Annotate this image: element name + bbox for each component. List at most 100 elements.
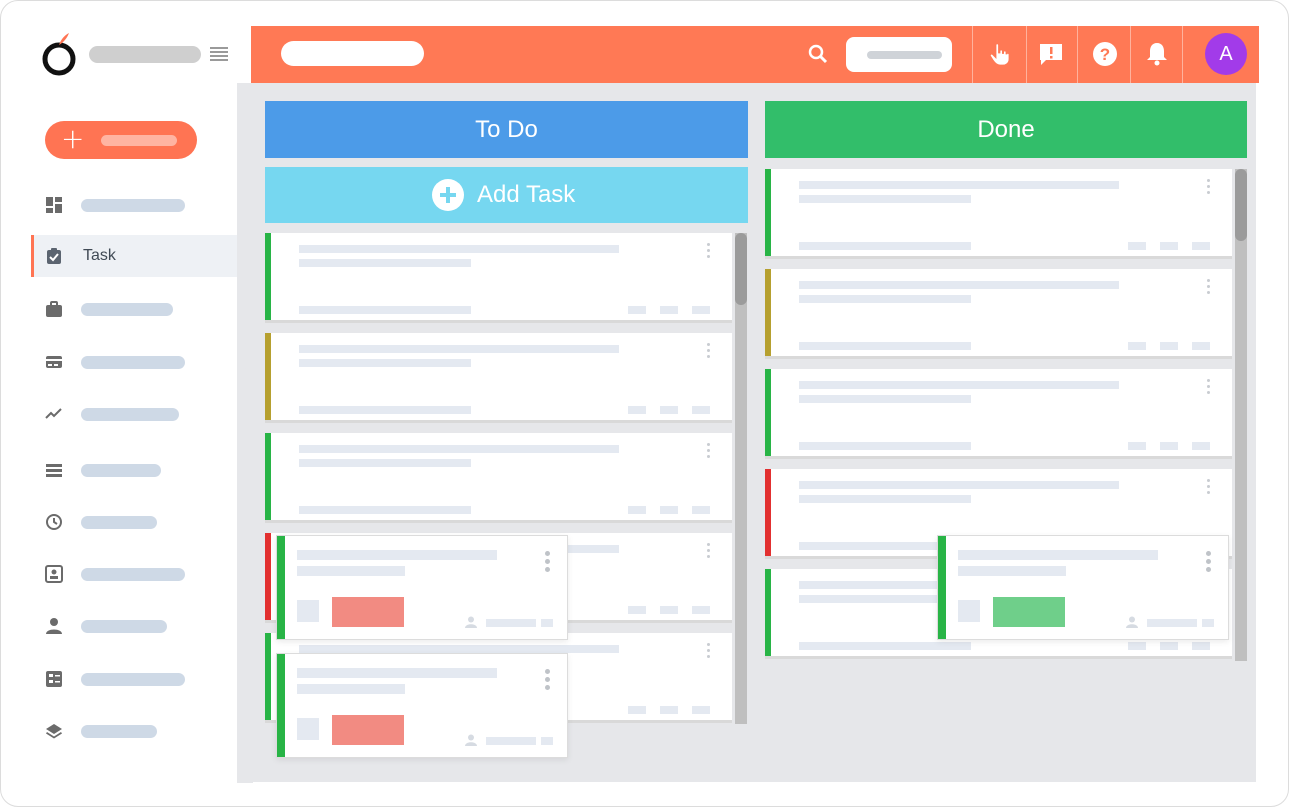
add-task-label: Add Task	[477, 181, 576, 208]
task-card[interactable]	[765, 369, 1232, 459]
svg-text:?: ?	[1100, 45, 1110, 64]
sidebar-item-label-placeholder	[81, 620, 167, 633]
checkbox-placeholder[interactable]	[297, 600, 319, 622]
sidebar-item-dashboard[interactable]	[31, 184, 247, 226]
more-options-icon[interactable]	[706, 343, 712, 361]
more-options-icon[interactable]	[1206, 551, 1212, 575]
sidebar-item-label-placeholder	[81, 303, 173, 316]
assignee-icon	[465, 615, 477, 628]
text-placeholder	[692, 306, 710, 314]
more-options-icon[interactable]	[1206, 279, 1212, 297]
hamburger-menu-icon[interactable]	[210, 46, 228, 62]
dragged-task-card[interactable]	[276, 653, 568, 758]
create-new-label-placeholder	[101, 135, 177, 146]
more-options-icon[interactable]	[706, 643, 712, 661]
text-placeholder	[1160, 342, 1178, 350]
add-circle-icon	[432, 179, 464, 211]
more-options-icon[interactable]	[1206, 479, 1212, 497]
sidebar-item-reports[interactable]	[31, 393, 247, 435]
sidebar-item-label-placeholder	[81, 408, 179, 421]
priority-bar	[277, 654, 285, 757]
text-placeholder	[486, 737, 536, 745]
priority-bar	[765, 569, 771, 656]
dragged-task-card[interactable]	[276, 535, 568, 640]
text-placeholder	[628, 506, 646, 514]
text-placeholder	[692, 606, 710, 614]
text-placeholder	[297, 566, 405, 576]
help-icon[interactable]: ?	[1092, 41, 1118, 67]
text-placeholder	[1128, 342, 1146, 350]
board-edge	[237, 83, 253, 783]
sidebar-item-list[interactable]	[31, 449, 247, 491]
more-options-icon[interactable]	[1206, 379, 1212, 397]
more-options-icon[interactable]	[545, 669, 551, 693]
task-card[interactable]	[265, 333, 732, 423]
text-placeholder	[660, 606, 678, 614]
priority-bar	[265, 633, 271, 720]
search-input[interactable]	[846, 37, 952, 72]
sidebar-item-forms[interactable]	[31, 658, 247, 700]
text-placeholder	[1128, 442, 1146, 450]
task-card[interactable]	[265, 433, 732, 523]
hand-pointer-icon[interactable]	[987, 41, 1013, 67]
priority-bar	[265, 433, 271, 520]
text-placeholder	[660, 506, 678, 514]
sidebar-item-contacts[interactable]	[31, 553, 247, 595]
sidebar-item-billing[interactable]	[31, 341, 247, 383]
task-card[interactable]	[265, 233, 732, 323]
sidebar-item-users[interactable]	[31, 605, 247, 647]
sidebar-item-task[interactable]: Task	[31, 235, 247, 277]
text-placeholder	[799, 381, 1119, 389]
task-card[interactable]	[765, 269, 1232, 359]
bell-icon[interactable]	[1144, 41, 1170, 67]
search-icon[interactable]	[807, 43, 829, 65]
briefcase-icon	[46, 301, 62, 317]
text-placeholder	[692, 406, 710, 414]
create-new-button[interactable]: +	[45, 121, 197, 159]
divider	[1130, 26, 1131, 83]
sidebar-item-projects[interactable]	[31, 288, 247, 330]
status-tag	[993, 597, 1065, 627]
text-placeholder	[660, 406, 678, 414]
assignee-icon	[1126, 615, 1138, 628]
clipboard-check-icon	[47, 248, 61, 264]
text-placeholder	[660, 306, 678, 314]
done-scrollbar[interactable]	[1235, 169, 1247, 661]
text-placeholder	[628, 706, 646, 714]
sidebar-item-timesheet[interactable]	[31, 501, 247, 543]
todo-scrollbar[interactable]	[735, 233, 747, 724]
plus-icon: +	[61, 122, 85, 155]
sidebar-item-layers[interactable]	[31, 710, 247, 752]
checklist-icon	[46, 671, 62, 687]
sidebar-item-label-placeholder	[81, 568, 185, 581]
sidebar-item-label-placeholder	[81, 199, 185, 212]
more-options-icon[interactable]	[706, 543, 712, 561]
text-placeholder	[297, 684, 405, 694]
checkbox-placeholder[interactable]	[958, 600, 980, 622]
more-options-icon[interactable]	[706, 443, 712, 461]
checkbox-placeholder[interactable]	[297, 718, 319, 740]
more-options-icon[interactable]	[1206, 179, 1212, 197]
text-placeholder	[1192, 442, 1210, 450]
feedback-icon[interactable]	[1038, 41, 1064, 67]
text-placeholder	[1192, 242, 1210, 250]
add-task-button[interactable]: Add Task	[265, 167, 748, 223]
done-scrollbar-thumb[interactable]	[1235, 169, 1247, 241]
app-window: + Task ? A To Do Done Add Task	[0, 0, 1289, 807]
text-placeholder	[297, 668, 497, 678]
text-placeholder	[299, 306, 471, 314]
layers-icon	[46, 724, 62, 739]
top-bar: ? A	[251, 26, 1259, 83]
text-placeholder	[299, 345, 619, 353]
more-options-icon[interactable]	[545, 551, 551, 575]
task-card[interactable]	[765, 169, 1232, 259]
app-logo-icon[interactable]	[41, 31, 77, 77]
todo-scrollbar-thumb[interactable]	[735, 233, 747, 305]
text-placeholder	[299, 445, 619, 453]
dragged-task-card[interactable]	[937, 535, 1229, 640]
text-placeholder	[628, 306, 646, 314]
more-options-icon[interactable]	[706, 243, 712, 261]
sidebar-item-label-placeholder	[81, 464, 161, 477]
text-placeholder	[1192, 642, 1210, 650]
user-avatar[interactable]: A	[1205, 33, 1247, 75]
